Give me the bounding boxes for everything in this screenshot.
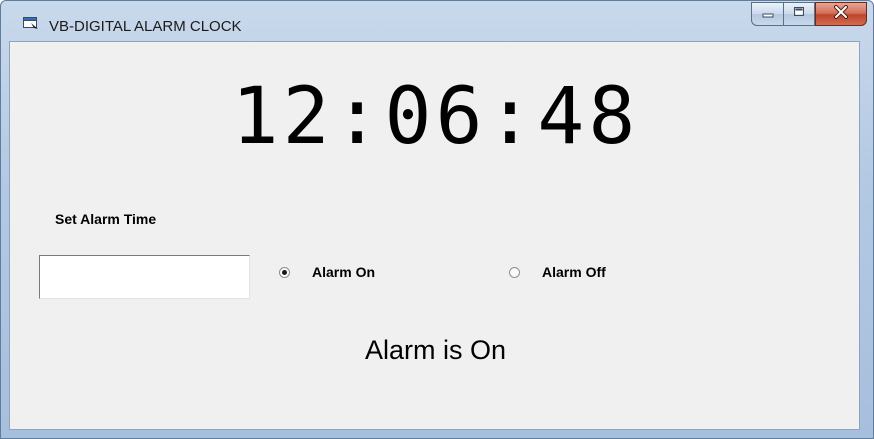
- alarm-time-input[interactable]: [39, 255, 250, 299]
- form-client-area: 12:06:48 Set Alarm Time Alarm On Alarm O…: [9, 41, 860, 430]
- alarm-status-label: Alarm is On: [364, 335, 507, 365]
- digital-clock-display: 12:06:48: [231, 72, 640, 162]
- maximize-button[interactable]: [783, 2, 815, 26]
- set-alarm-time-label: Set Alarm Time: [55, 211, 157, 227]
- alarm-on-label: Alarm On: [312, 264, 376, 280]
- title-bar[interactable]: VB-DIGITAL ALARM CLOCK: [1, 1, 873, 41]
- window-title: VB-DIGITAL ALARM CLOCK: [49, 18, 242, 35]
- alarm-off-radio[interactable]: Alarm Off: [509, 264, 606, 280]
- close-button[interactable]: [815, 2, 867, 26]
- radio-button-selected-icon: [279, 266, 290, 278]
- alarm-off-label: Alarm Off: [542, 264, 606, 280]
- form-window-icon: [23, 17, 39, 30]
- window-controls: [751, 2, 867, 28]
- alarm-on-radio[interactable]: Alarm On: [279, 264, 375, 280]
- minimize-icon: [761, 5, 775, 23]
- close-icon: [833, 4, 849, 24]
- radio-button-unselected-icon: [509, 266, 520, 278]
- minimize-button[interactable]: [751, 2, 783, 26]
- app-window: VB-DIGITAL ALARM CLOCK 12:06:48 Set Alar…: [0, 0, 874, 439]
- maximize-icon: [792, 5, 806, 23]
